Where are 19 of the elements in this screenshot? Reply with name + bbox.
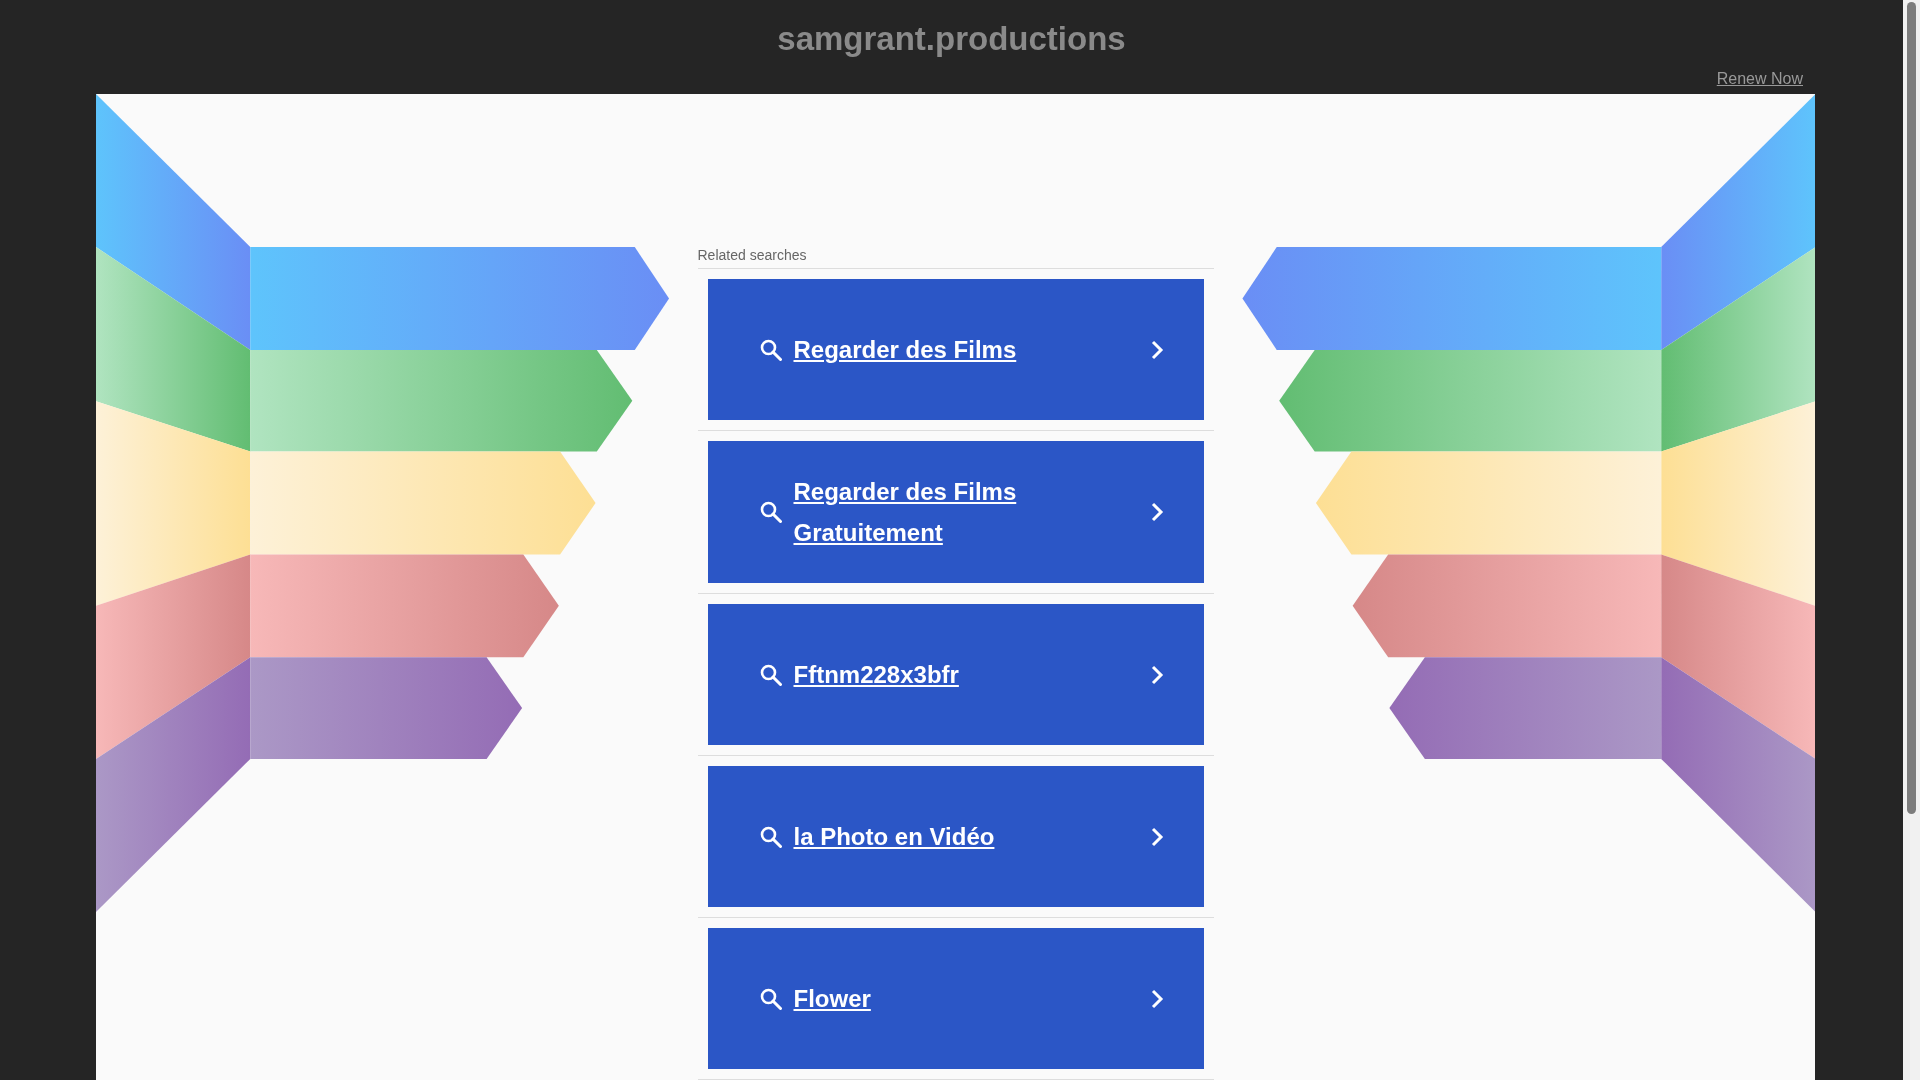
- chevron-icon: [1149, 501, 1164, 523]
- search-icon: [759, 987, 782, 1010]
- chevron-icon: [1149, 338, 1164, 361]
- chevron-icon: [1149, 663, 1164, 686]
- search-icon: [759, 663, 782, 686]
- search-icon: [759, 501, 782, 523]
- chevron-icon: [1149, 987, 1164, 1010]
- search-link[interactable]: Fftnm228x3bfr: [707, 604, 1204, 745]
- search-icon: [759, 825, 782, 848]
- search-link[interactable]: la Photo en Vidéo: [707, 766, 1204, 907]
- search-link[interactable]: Regarder des Films Gratuitement: [707, 441, 1204, 583]
- site-title: samgrant.productions: [777, 20, 1126, 58]
- search-link[interactable]: Regarder des Films: [707, 279, 1204, 420]
- chevron-icon: [1149, 825, 1164, 848]
- renew-link[interactable]: Renew Now: [1716, 70, 1803, 88]
- search-icon: [759, 338, 782, 361]
- search-link[interactable]: Flower: [707, 928, 1204, 1069]
- scrollbar[interactable]: [1903, 0, 1920, 1080]
- related-searches-heading: Related searches: [697, 247, 1214, 269]
